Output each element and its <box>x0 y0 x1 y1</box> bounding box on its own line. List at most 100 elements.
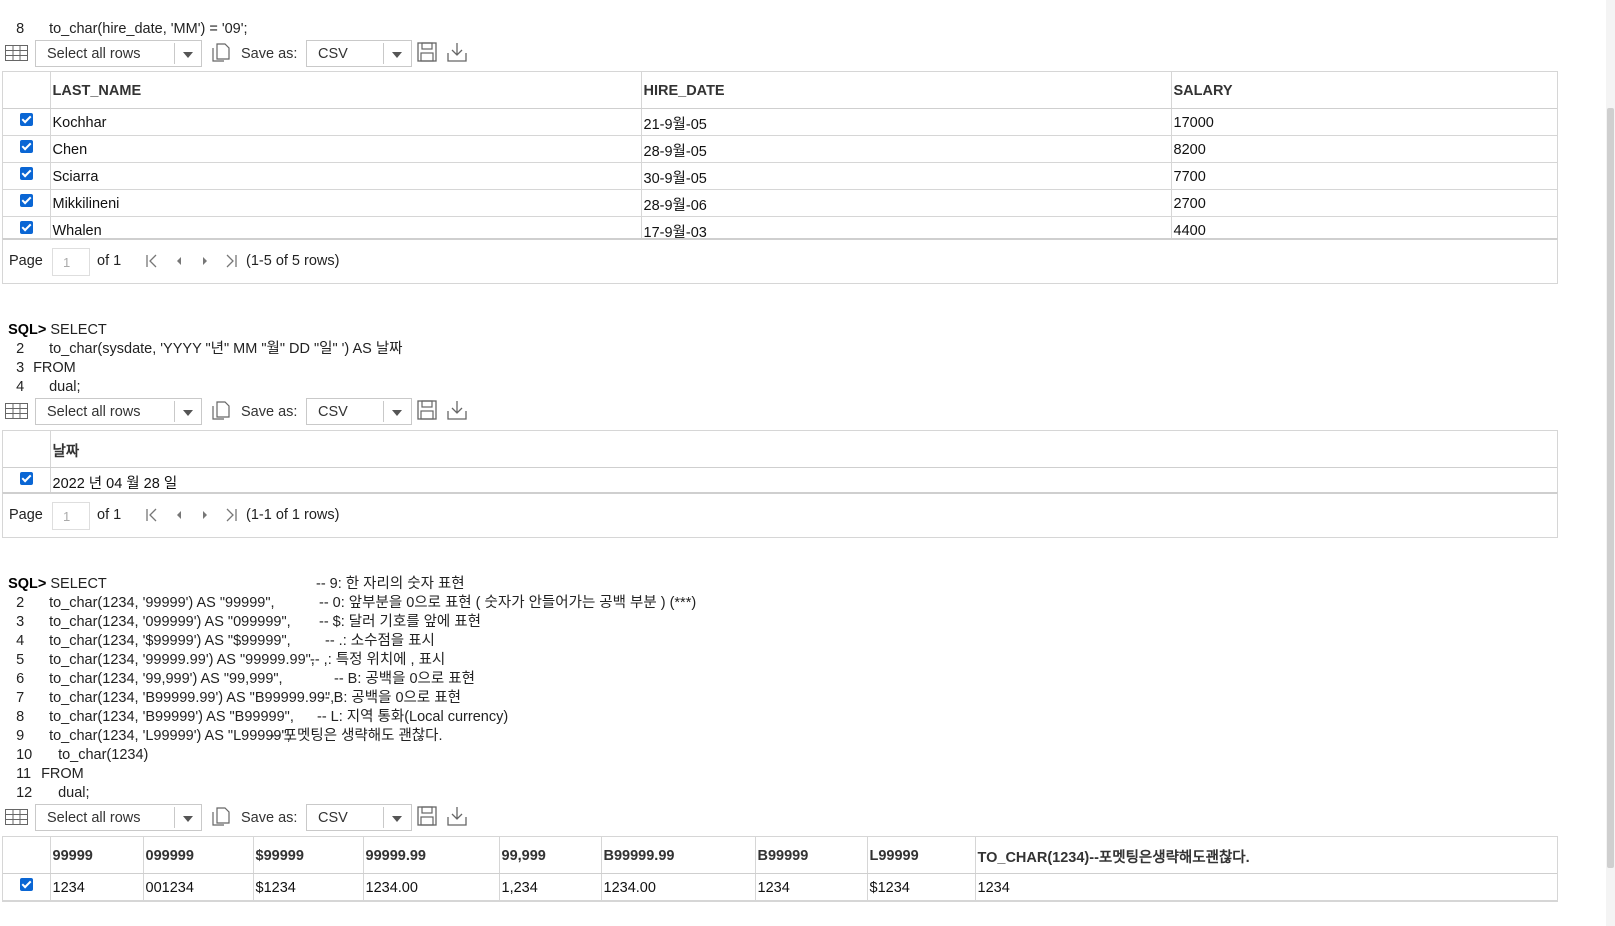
vertical-scrollbar[interactable] <box>1606 0 1615 926</box>
line-number: 8 <box>16 21 25 37</box>
grid-view-icon[interactable] <box>5 403 28 419</box>
download-icon[interactable] <box>446 399 468 421</box>
column-header[interactable]: 99,999 <box>499 837 602 874</box>
chevron-down-icon <box>392 52 402 58</box>
script-line: SQL> SELECT <box>0 556 107 592</box>
table-cell: 001234 <box>143 873 254 901</box>
export-format-dropdown[interactable]: CSV <box>306 40 412 67</box>
table-cell: 1234 <box>755 873 868 901</box>
code-text: to_char(hire_date, 'MM') = '09'; <box>49 21 248 37</box>
table-cell: $1234 <box>253 873 364 901</box>
table-cell: 28-9월-06 <box>641 189 1172 217</box>
code-comment: -- B: 공백을 0으로 표현 <box>334 671 475 687</box>
table-cell: 7700 <box>1171 162 1557 190</box>
save-icon[interactable] <box>416 805 438 827</box>
code-comment: -- 9: 한 자리의 숫자 표현 <box>316 576 465 592</box>
row-checkbox[interactable] <box>19 166 33 180</box>
column-header[interactable]: B99999 <box>755 837 868 874</box>
next-page-icon[interactable] <box>197 251 213 271</box>
save-icon[interactable] <box>416 399 438 421</box>
table-cell: Sciarra <box>50 162 642 190</box>
table-row[interactable]: Chen 28-9월-05 8200 <box>3 135 1557 163</box>
grid-view-icon[interactable] <box>5 809 28 825</box>
row-selection-dropdown[interactable]: Select all rows <box>35 804 202 831</box>
column-header[interactable]: B99999.99 <box>601 837 756 874</box>
script-line: 3 FROM <box>0 340 76 376</box>
export-format-dropdown[interactable]: CSV <box>306 398 412 425</box>
table-cell: 17000 <box>1171 108 1557 136</box>
scrollbar-thumb[interactable] <box>1607 108 1614 868</box>
first-page-icon[interactable] <box>144 251 160 271</box>
column-header[interactable]: HIRE_DATE <box>641 72 1172 109</box>
row-selection-dropdown[interactable]: Select all rows <box>35 40 202 67</box>
code-comment: -- ,: 특정 위치에 , 표시 <box>310 652 446 668</box>
table-row[interactable]: Mikkilineni 28-9월-06 2700 <box>3 189 1557 217</box>
export-format-dropdown[interactable]: CSV <box>306 804 412 831</box>
export-format-value: CSV <box>318 404 348 420</box>
column-header[interactable]: LAST_NAME <box>50 72 642 109</box>
table-row[interactable]: 1234 001234 $1234 1234.00 1,234 1234.00 … <box>3 873 1557 901</box>
row-checkbox[interactable] <box>19 193 33 207</box>
copy-icon[interactable] <box>210 399 232 421</box>
export-format-value: CSV <box>318 810 348 826</box>
row-checkbox[interactable] <box>19 471 33 485</box>
code-comment: -- 포멧팅은 생략해도 괜찮다. <box>270 728 443 744</box>
code-comment: -- L: 지역 통화(Local currency) <box>317 709 509 725</box>
script-line: 10 to_char(1234) -- 포멧팅은 생략해도 괜찮다. <box>0 727 760 763</box>
table-row[interactable]: Sciarra 30-9월-05 7700 <box>3 162 1557 190</box>
grid-view-icon[interactable] <box>5 45 28 61</box>
next-page-icon[interactable] <box>197 505 213 525</box>
pagination-bar: Page 1 of 1 (1-5 of 5 rows) <box>2 238 1558 284</box>
download-icon[interactable] <box>446 41 468 63</box>
table-header-row: 날짜 <box>3 431 1557 468</box>
page-label: Page <box>9 507 43 523</box>
column-header[interactable]: SALARY <box>1171 72 1557 109</box>
script-line: 5 to_char(1234, '99999.99') AS "99999.99"… <box>0 632 760 668</box>
row-checkbox[interactable] <box>19 112 33 126</box>
first-page-icon[interactable] <box>144 505 160 525</box>
download-icon[interactable] <box>446 805 468 827</box>
code-comment: -- B: 공백을 0으로 표현 <box>320 690 461 706</box>
table-cell: Chen <box>50 135 642 163</box>
page-number-input[interactable]: 1 <box>52 502 90 530</box>
copy-icon[interactable] <box>210 41 232 63</box>
save-icon[interactable] <box>416 41 438 63</box>
last-page-icon[interactable] <box>223 505 239 525</box>
table-row[interactable]: 2022 년 04 월 28 일 <box>3 467 1557 495</box>
script-line: 7 to_char(1234, 'B99999.99') AS "B99999.9… <box>0 670 760 706</box>
row-checkbox[interactable] <box>19 220 33 234</box>
row-checkbox[interactable] <box>19 877 33 891</box>
previous-page-icon[interactable] <box>171 251 187 271</box>
copy-icon[interactable] <box>210 805 232 827</box>
select-column-header <box>3 431 51 468</box>
table-header-row: 99999 099999 $99999 99999.99 99,999 B999… <box>3 837 1557 874</box>
chevron-down-icon <box>183 52 193 58</box>
row-selection-value: Select all rows <box>47 46 141 62</box>
code-comment: -- .: 소수점을 표시 <box>325 633 435 649</box>
previous-page-icon[interactable] <box>171 505 187 525</box>
results-toolbar: Select all rows Save as: CSV <box>0 804 1560 834</box>
column-header[interactable]: 날짜 <box>50 431 1557 468</box>
select-column-header <box>3 72 51 109</box>
table-row[interactable]: Kochhar 21-9월-05 17000 <box>3 108 1557 136</box>
table-header-row: LAST_NAME HIRE_DATE SALARY <box>3 72 1557 109</box>
column-header[interactable]: 99999 <box>50 837 144 874</box>
page-number-input[interactable]: 1 <box>52 248 90 276</box>
column-header[interactable]: 99999.99 <box>363 837 500 874</box>
table-cell: 1234 <box>975 873 1557 901</box>
chevron-down-icon <box>183 816 193 822</box>
last-page-icon[interactable] <box>223 251 239 271</box>
table-cell: 2700 <box>1171 189 1557 217</box>
column-header[interactable]: L99999 <box>867 837 976 874</box>
column-header[interactable]: 099999 <box>143 837 254 874</box>
row-selection-dropdown[interactable]: Select all rows <box>35 398 202 425</box>
column-header[interactable]: TO_CHAR(1234)--포멧팅은생략해도괜찮다. <box>975 837 1557 874</box>
table-cell: 21-9월-05 <box>641 108 1172 136</box>
script-line: 9 to_char(1234, 'L99999') AS "L99999", --… <box>0 708 760 744</box>
row-checkbox[interactable] <box>19 139 33 153</box>
export-format-value: CSV <box>318 46 348 62</box>
table-cell: 1,234 <box>499 873 602 901</box>
chevron-down-icon <box>392 410 402 416</box>
column-header[interactable]: $99999 <box>253 837 364 874</box>
table-cell: $1234 <box>867 873 976 901</box>
